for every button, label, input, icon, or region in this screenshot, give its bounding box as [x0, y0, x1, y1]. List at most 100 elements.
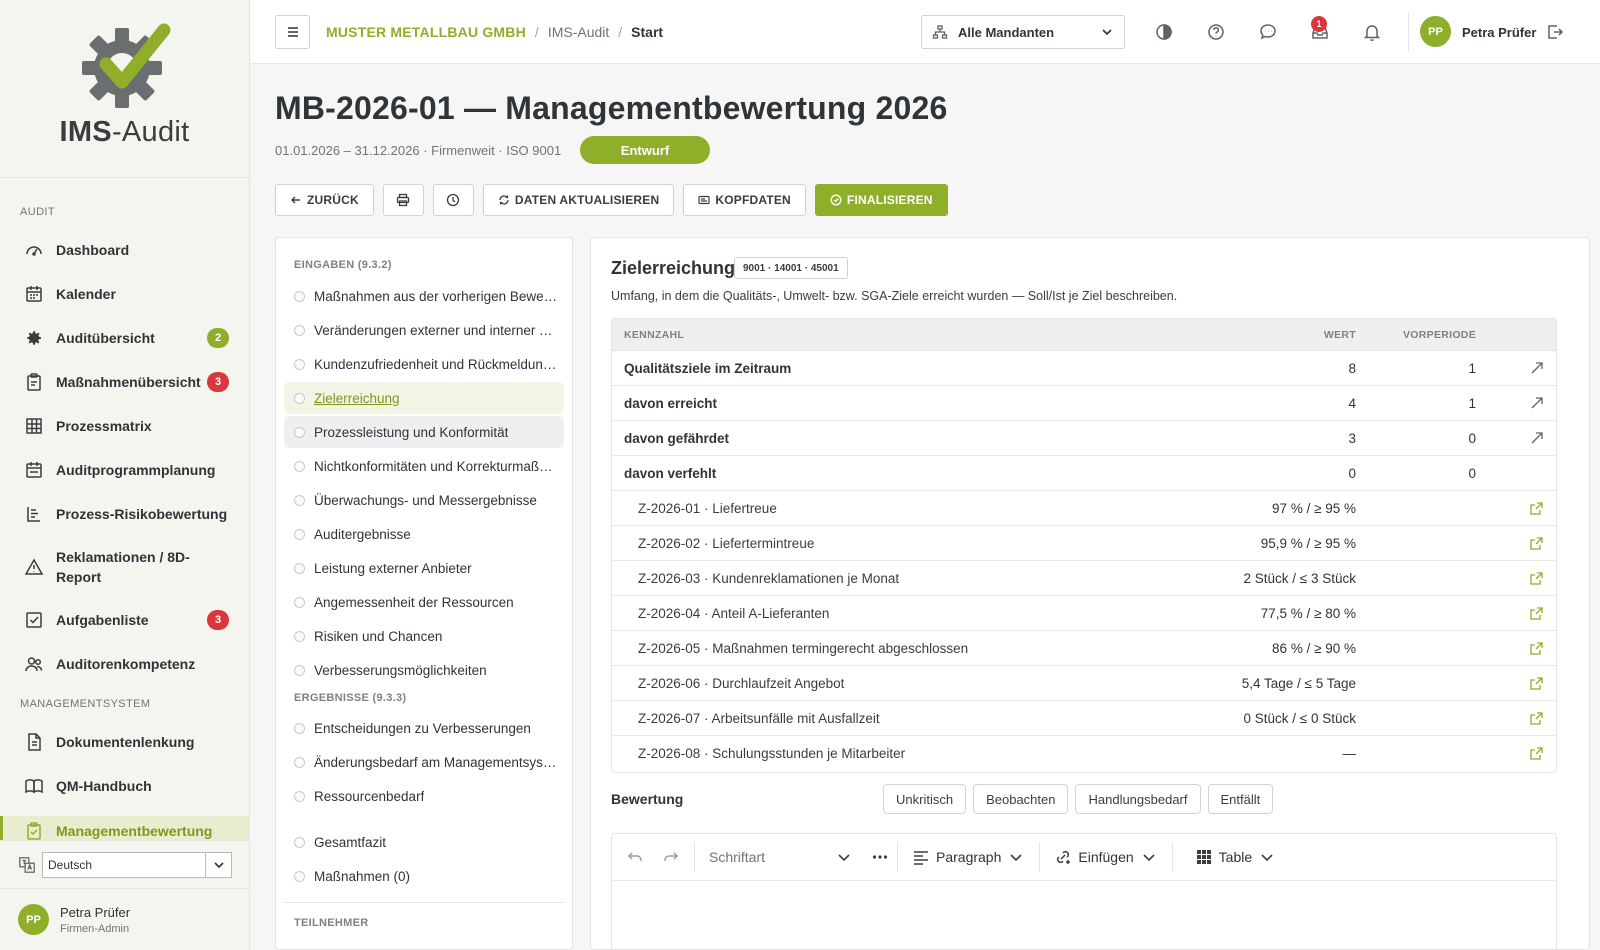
- sidebar-item-qm-handbuch[interactable]: QM-Handbuch: [0, 764, 249, 808]
- kpi-name: davon verfehlt: [624, 465, 717, 481]
- rating-option-beobachten[interactable]: Beobachten: [973, 784, 1069, 814]
- insert-menu[interactable]: Einfügen: [1040, 848, 1171, 866]
- panel-divider: [284, 902, 564, 903]
- nav-item-in-10[interactable]: Risiken und Chancen: [284, 620, 564, 652]
- kpi-action[interactable]: [1486, 431, 1556, 445]
- language-select[interactable]: Deutsch: [42, 851, 232, 878]
- nav-item-summary[interactable]: Gesamtfazit: [284, 826, 564, 858]
- nav-item-label: Leistung externer Anbieter: [314, 560, 472, 576]
- sidebar-item-kalender[interactable]: Kalender: [0, 272, 249, 316]
- sidebar-item-dokumentenlenkung[interactable]: Dokumentenlenkung: [0, 720, 249, 764]
- more-options-button[interactable]: [867, 848, 897, 866]
- rating-option-entfallt[interactable]: Entfällt: [1207, 784, 1274, 814]
- status-dot: [294, 596, 305, 608]
- nav-item-in-6[interactable]: Überwachungs- und Messergebnisse: [284, 484, 564, 516]
- breadcrumb-company[interactable]: MUSTER METALLBAU GMBH: [326, 24, 526, 40]
- nav-item-label: Kundenzufriedenheit und Rückmeldungen: [314, 356, 559, 372]
- section-title: Zielerreichung: [611, 258, 736, 278]
- font-select[interactable]: Schriftart: [695, 848, 867, 866]
- back-button[interactable]: ZURÜCK: [275, 184, 374, 216]
- nav-item-label: Verbesserungsmöglichkeiten: [314, 662, 487, 678]
- sidebar-item-aufgabenliste[interactable]: Aufgabenliste 3: [0, 598, 249, 642]
- undo-icon[interactable]: [626, 848, 644, 866]
- column-header-prev: VORPERIODE: [1402, 328, 1476, 341]
- status-dot: [294, 630, 305, 642]
- more-horizontal-icon: [872, 855, 888, 859]
- table-menu[interactable]: Table: [1173, 848, 1290, 866]
- logout-icon[interactable]: [1545, 22, 1565, 42]
- refresh-data-button[interactable]: DATEN AKTUALISIEREN: [482, 184, 675, 216]
- sidebar-item-prozess-risikobewertung[interactable]: Prozess-Risikobewertung: [0, 492, 249, 536]
- sidebar-item-massnahmenubersicht[interactable]: Maßnahmenübersicht 3: [0, 360, 249, 404]
- nav-item-in-7[interactable]: Auditergebnisse: [284, 518, 564, 550]
- avatar[interactable]: PP: [1420, 16, 1451, 47]
- sidebar: IMS-Audit AUDIT Dashboard Kalender Audit…: [0, 0, 250, 950]
- breadcrumb-separator: /: [534, 24, 539, 40]
- kpi-action[interactable]: [1486, 746, 1556, 761]
- inputs-section-title: EINGABEN (9.3.2): [294, 259, 392, 271]
- kpi-action[interactable]: [1486, 606, 1556, 621]
- nav-item-out-2[interactable]: Ressourcenbedarf: [284, 780, 564, 812]
- status-badge: Entwurf: [580, 136, 710, 164]
- chevron-down-icon: [1143, 854, 1155, 862]
- kpi-table: KENNZAHL WERT VORPERIODE Qualitätsziele …: [611, 318, 1557, 773]
- nav-item-in-4[interactable]: Prozessleistung und Konformität: [284, 416, 564, 448]
- nav-item-label: Maßnahmen (0): [314, 868, 411, 884]
- sidebar-user[interactable]: PP Petra Prüfer Firmen-Admin: [0, 888, 249, 950]
- sidebar-item-prozessmatrix[interactable]: Prozessmatrix: [0, 404, 249, 448]
- header-data-button[interactable]: KOPFDATEN: [683, 184, 806, 216]
- table-row: Z-2026-04 · Anteil A-Lieferanten 77,5 % /…: [612, 596, 1556, 631]
- menu-toggle-button[interactable]: [275, 15, 310, 49]
- paragraph-select[interactable]: Paragraph: [898, 848, 1039, 866]
- bell-icon[interactable]: [1362, 22, 1382, 42]
- refresh-data-label: DATEN AKTUALISIEREN: [514, 193, 660, 207]
- finalize-button[interactable]: FINALISIEREN: [814, 184, 948, 216]
- kpi-value: 97 % / ≥ 95 %: [1272, 500, 1356, 516]
- sidebar-item-auditprogrammplanung[interactable]: Auditprogrammplanung: [0, 448, 249, 492]
- app-logo[interactable]: IMS-Audit: [0, 0, 249, 178]
- table-row: Z-2026-02 · Liefertermintreue 95,9 % / ≥ …: [612, 526, 1556, 561]
- nav-item-label: Gesamtfazit: [314, 834, 387, 850]
- help-icon[interactable]: [1206, 22, 1226, 42]
- rating-option-unkritisch[interactable]: Unkritisch: [883, 784, 967, 814]
- redo-icon[interactable]: [662, 848, 680, 866]
- kpi-action[interactable]: [1486, 501, 1556, 516]
- header-user-name[interactable]: Petra Prüfer: [1462, 25, 1536, 40]
- nav-item-in-9[interactable]: Angemessenheit der Ressourcen: [284, 586, 564, 618]
- kpi-action[interactable]: [1486, 361, 1556, 375]
- kpi-action[interactable]: [1486, 641, 1556, 656]
- sidebar-item-reklamationen[interactable]: Reklamationen / 8D-Report: [0, 536, 249, 598]
- kpi-action[interactable]: [1486, 536, 1556, 551]
- sidebar-item-dashboard[interactable]: Dashboard: [0, 228, 249, 272]
- nav-item-in-0[interactable]: Maßnahmen aus der vorherigen Bewertung: [284, 280, 564, 312]
- nav-item-in-11[interactable]: Verbesserungsmöglichkeiten: [284, 654, 564, 686]
- kpi-action[interactable]: [1486, 711, 1556, 726]
- sidebar-item-auditorenkompetenz[interactable]: Auditorenkompetenz: [0, 642, 249, 686]
- nav-item-in-2[interactable]: Kundenzufriedenheit und Rückmeldungen: [284, 348, 564, 380]
- rating-option-handlungsbedarf[interactable]: Handlungsbedarf: [1075, 784, 1201, 814]
- contrast-icon[interactable]: [1154, 22, 1174, 42]
- nav-item-in-3[interactable]: Zielerreichung: [284, 382, 564, 414]
- chat-icon[interactable]: [1258, 22, 1278, 42]
- history-button[interactable]: [432, 184, 474, 216]
- nav-item-in-5[interactable]: Nichtkonformitäten und Korrekturmaßnahme…: [284, 450, 564, 482]
- kpi-name: Z-2026-04 · Anteil A-Lieferanten: [638, 605, 830, 621]
- breadcrumb-app[interactable]: IMS-Audit: [548, 24, 609, 40]
- nav-item-out-0[interactable]: Entscheidungen zu Verbesserungen: [284, 712, 564, 744]
- nav-item-out-1[interactable]: Änderungsbedarf am Managementsystem: [284, 746, 564, 778]
- printer-icon: [397, 193, 410, 207]
- kpi-action[interactable]: [1486, 396, 1556, 410]
- kpi-action[interactable]: [1486, 571, 1556, 586]
- kpi-name: Qualitätsziele im Zeitraum: [624, 360, 792, 376]
- nav-item-in-8[interactable]: Leistung externer Anbieter: [284, 552, 564, 584]
- nav-item-actions[interactable]: Maßnahmen (0): [284, 860, 564, 892]
- nav-item-in-1[interactable]: Veränderungen externer und interner Them…: [284, 314, 564, 346]
- kpi-action[interactable]: [1486, 676, 1556, 691]
- nav-item-label: Auditergebnisse: [314, 526, 411, 542]
- mandant-select[interactable]: Alle Mandanten: [921, 15, 1125, 49]
- editor-content-area[interactable]: [612, 881, 1556, 949]
- print-button[interactable]: [382, 184, 424, 216]
- nav-item-label: Risiken und Chancen: [314, 628, 443, 644]
- status-dot: [294, 664, 305, 676]
- sidebar-item-auditubersicht[interactable]: Auditübersicht 2: [0, 316, 249, 360]
